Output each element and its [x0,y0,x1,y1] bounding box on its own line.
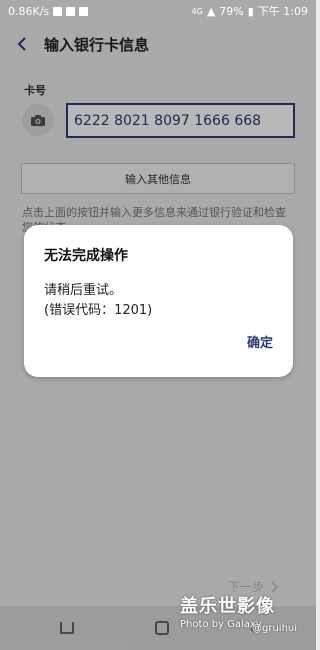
battery-icon: ▮ [247,4,254,18]
dialog-message-line2: (错误代码：1201) [44,303,153,318]
error-dialog: 无法完成操作 请稍后重试。 (错误代码：1201) 确定 [24,225,293,377]
dialog-message: 请稍后重试。 (错误代码：1201) [44,281,273,321]
status-bar: 0.86K/s 4G ▲ 79% ▮ 下午 1:09 [0,0,316,22]
clock: 下午 1:09 [257,5,308,18]
watermark: 盖乐世影像 Photo by Galaxy @gruihui [180,592,297,634]
network-type: 4G [191,6,203,16]
watermark-title: 盖乐世影像 [180,596,275,617]
dialog-ok-button[interactable]: 确定 [247,332,273,351]
net-speed: 0.86K/s [8,4,50,18]
signal-icon: ▲ [206,4,216,18]
battery-level: 79% [219,4,244,18]
mute-icon [66,6,76,16]
watermark-handle: @gruihui [252,623,298,634]
dialog-message-line1: 请稍后重试。 [44,283,123,298]
nfc-icon [53,6,63,16]
dialog-title: 无法完成操作 [44,248,128,264]
notification-icon [79,6,89,16]
